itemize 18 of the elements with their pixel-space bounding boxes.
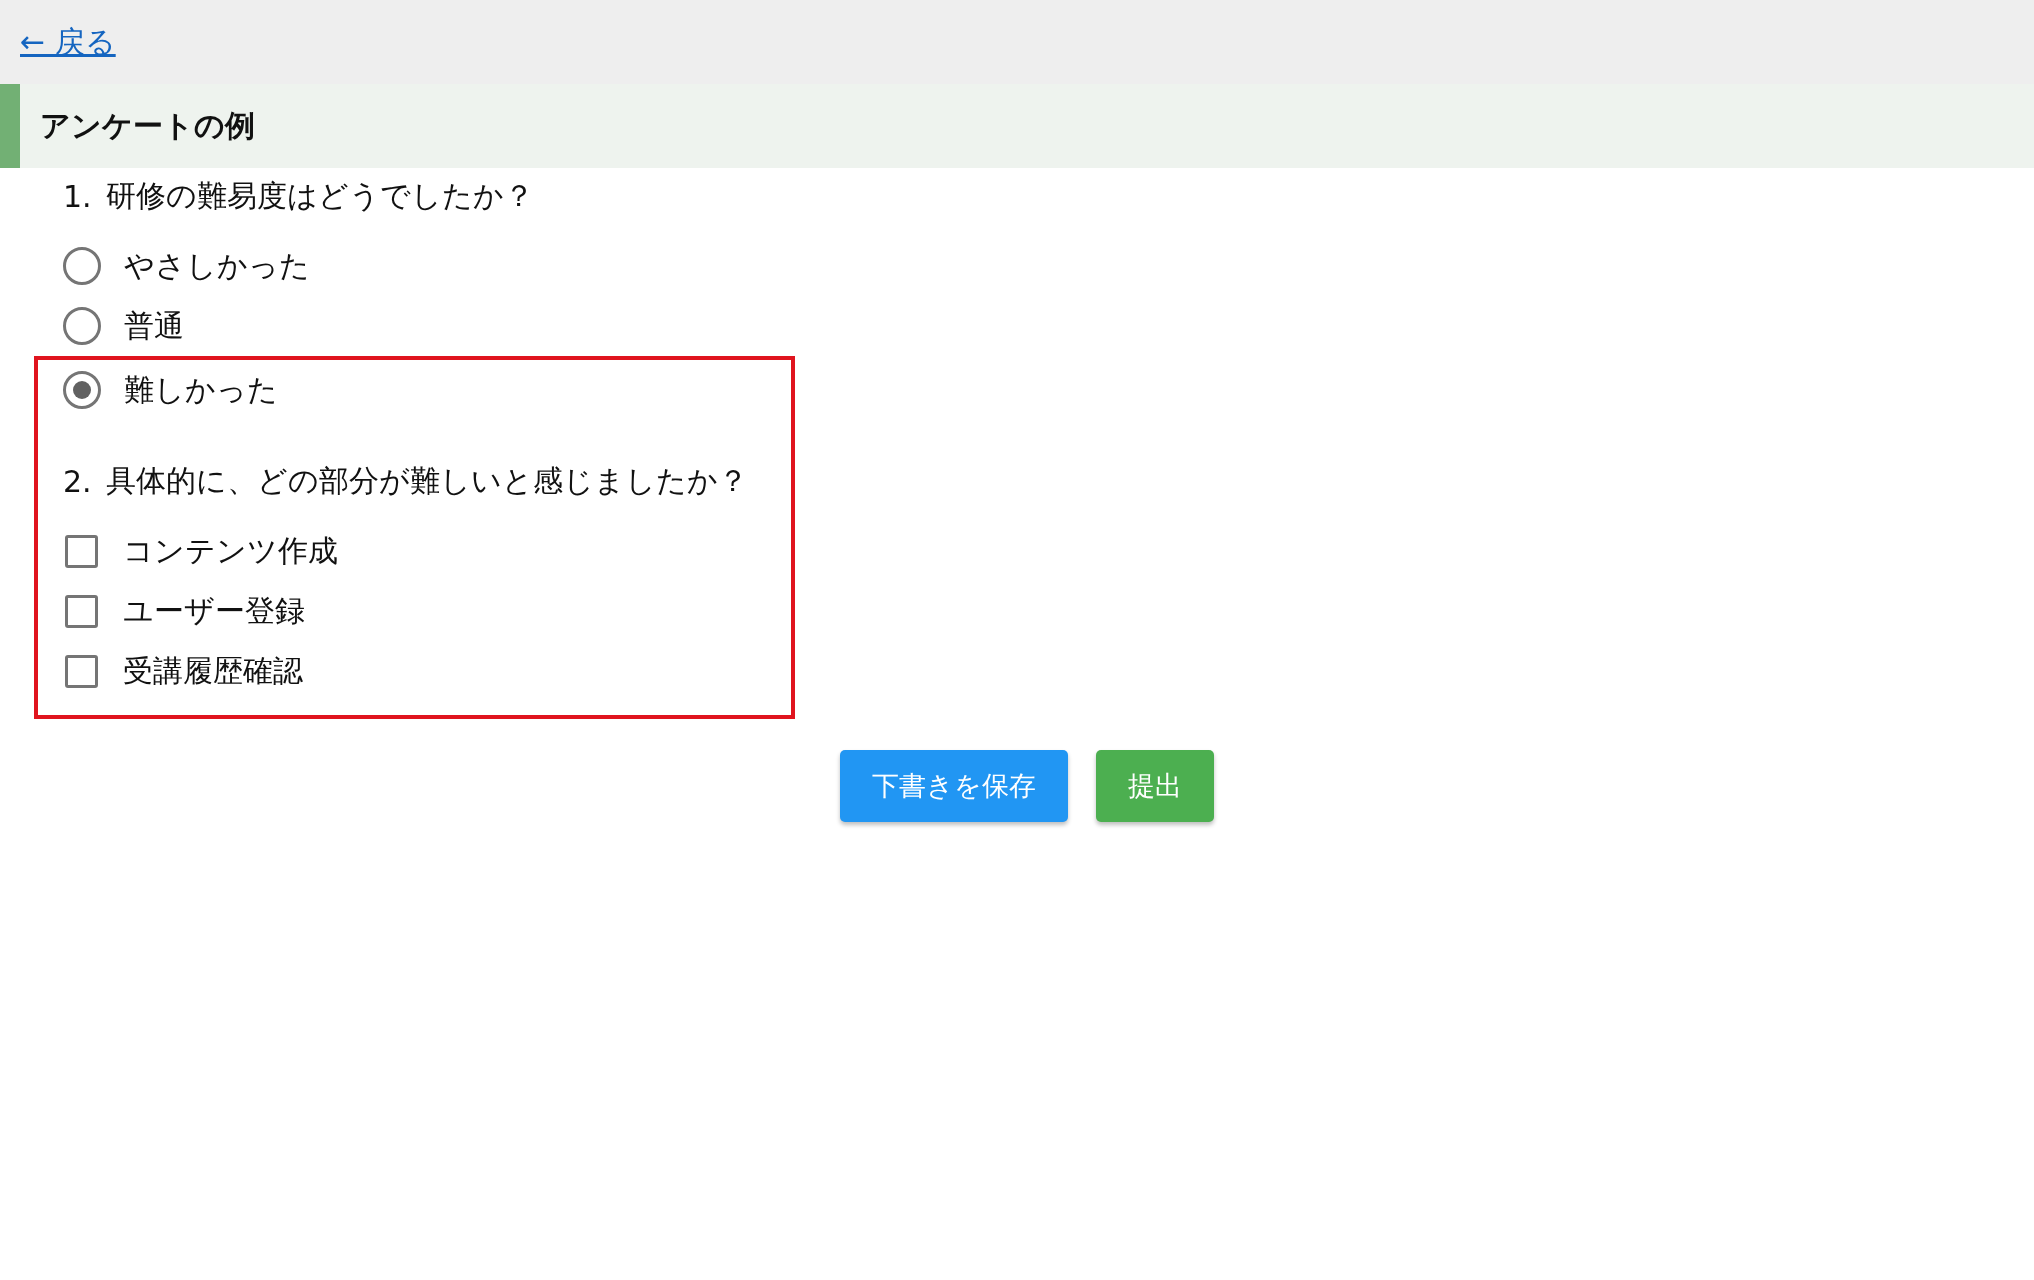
question-text: 具体的に、どの部分が難しいと感じましたか？ bbox=[105, 461, 748, 500]
option-label[interactable]: 難しかった bbox=[124, 369, 278, 411]
checkbox[interactable] bbox=[65, 594, 98, 628]
radio-button[interactable] bbox=[63, 247, 101, 285]
question-number: 1. bbox=[63, 178, 92, 214]
radio-button[interactable] bbox=[63, 307, 101, 345]
option-label[interactable]: コンテンツ作成 bbox=[123, 530, 338, 572]
question-number: 2. bbox=[63, 463, 92, 499]
option-label[interactable]: ユーザー登録 bbox=[123, 590, 305, 632]
question-text: 研修の難易度はどうでしたか？ bbox=[105, 176, 534, 215]
page-title: アンケートの例 bbox=[40, 106, 255, 145]
back-link[interactable]: ← 戻る bbox=[20, 21, 116, 63]
option-label[interactable]: やさしかった bbox=[124, 245, 310, 287]
checkbox[interactable] bbox=[65, 654, 98, 688]
checkbox[interactable] bbox=[65, 534, 98, 568]
radio-button[interactable] bbox=[63, 371, 101, 409]
option-label[interactable]: 受講履歴確認 bbox=[123, 650, 303, 692]
option-label[interactable]: 普通 bbox=[124, 305, 184, 347]
